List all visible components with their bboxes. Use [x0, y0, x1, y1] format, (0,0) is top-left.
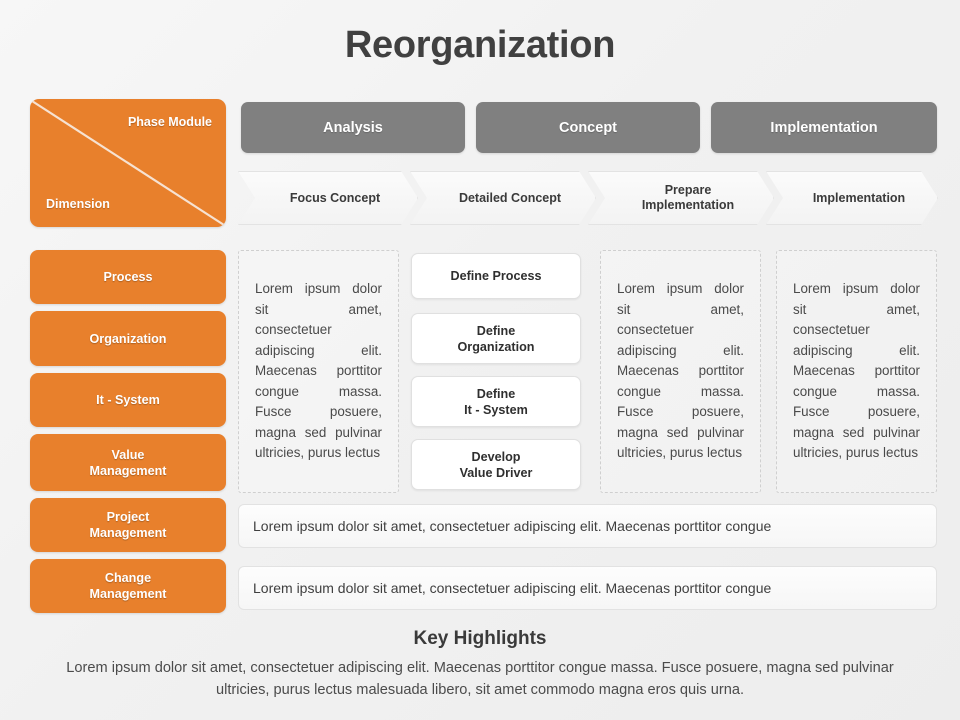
- phase-header-row: Analysis Concept Implementation: [241, 102, 937, 153]
- phase-header-implementation-label: Implementation: [770, 119, 878, 136]
- footer: Key Highlights Lorem ipsum dolor sit ame…: [0, 626, 960, 701]
- card-define-process[interactable]: Define Process: [411, 253, 581, 299]
- card-define-it-system-label: Define It - System: [464, 386, 528, 417]
- dimension-item-project-management[interactable]: Project Management: [30, 498, 226, 552]
- dimension-item-change-management[interactable]: Change Management: [30, 559, 226, 613]
- step-chevron-row: Focus Concept Detailed Concept Prepare I…: [238, 171, 938, 225]
- dimension-item-organization-label: Organization: [89, 331, 167, 346]
- page-title: Reorganization: [344, 24, 616, 66]
- dimension-label: Dimension: [46, 197, 110, 211]
- phase-header-concept[interactable]: Concept: [476, 102, 700, 153]
- wide-row-change-management[interactable]: Lorem ipsum dolor sit amet, consectetuer…: [238, 566, 937, 610]
- step-prepare-implementation-label: Prepare Implementation: [641, 183, 735, 212]
- wide-row-project-management[interactable]: Lorem ipsum dolor sit amet, consectetuer…: [238, 504, 937, 548]
- card-develop-value-driver[interactable]: Develop Value Driver: [411, 439, 581, 490]
- step-detailed-concept-label: Detailed Concept: [458, 190, 562, 205]
- phase-header-concept-label: Concept: [559, 119, 617, 136]
- step-implementation-label: Implementation: [812, 190, 906, 205]
- wide-row-project-management-text: Lorem ipsum dolor sit amet, consectetuer…: [253, 518, 772, 534]
- dimension-item-value-management-label: Value Management: [89, 447, 167, 478]
- phase-module-label: Phase Module: [127, 115, 212, 129]
- card-define-it-system[interactable]: Define It - System: [411, 376, 581, 427]
- content-column-analysis-text: Lorem ipsum dolor sit amet, consectetuer…: [255, 281, 382, 461]
- dimension-item-organization[interactable]: Organization: [30, 311, 226, 366]
- content-column-implementation-text-body: Lorem ipsum dolor sit amet, consectetuer…: [793, 281, 920, 461]
- dimension-item-value-management[interactable]: Value Management: [30, 434, 226, 491]
- dimension-item-project-management-label: Project Management: [89, 510, 167, 540]
- card-define-organization-label: Define Organization: [457, 323, 535, 354]
- footer-text: Lorem ipsum dolor sit amet, consectetuer…: [66, 660, 894, 698]
- wide-row-change-management-text: Lorem ipsum dolor sit amet, consectetuer…: [253, 580, 772, 596]
- step-implementation[interactable]: Implementation: [766, 171, 938, 225]
- step-focus-concept-label: Focus Concept: [289, 190, 381, 205]
- phase-header-implementation[interactable]: Implementation: [711, 102, 937, 153]
- content-column-analysis: Lorem ipsum dolor sit amet, consectetuer…: [238, 250, 399, 493]
- phase-header-analysis-label: Analysis: [323, 119, 383, 136]
- step-focus-concept[interactable]: Focus Concept: [238, 171, 418, 225]
- dimension-item-process-label: Process: [103, 270, 153, 284]
- step-detailed-concept[interactable]: Detailed Concept: [410, 171, 596, 225]
- phase-header-analysis[interactable]: Analysis: [241, 102, 465, 153]
- content-column-concept-cards: Define Process Define Organization Defin…: [411, 250, 581, 493]
- card-define-organization[interactable]: Define Organization: [411, 313, 581, 364]
- step-prepare-implementation[interactable]: Prepare Implementation: [588, 171, 774, 225]
- dimension-item-change-management-label: Change Management: [89, 571, 167, 601]
- content-column-concept-text: Lorem ipsum dolor sit amet, consectetuer…: [600, 250, 761, 493]
- dimension-item-process[interactable]: Process: [30, 250, 226, 304]
- dimension-item-it-system-label: It - System: [96, 393, 160, 407]
- content-column-concept-text-body: Lorem ipsum dolor sit amet, consectetuer…: [617, 281, 744, 461]
- card-define-process-label: Define Process: [450, 269, 542, 283]
- card-develop-value-driver-label: Develop Value Driver: [459, 449, 533, 480]
- footer-heading: Key Highlights: [413, 628, 547, 649]
- dimension-item-it-system[interactable]: It - System: [30, 373, 226, 427]
- content-column-implementation-text: Lorem ipsum dolor sit amet, consectetuer…: [776, 250, 937, 493]
- phase-dimension-legend: Phase Module Dimension: [30, 99, 226, 227]
